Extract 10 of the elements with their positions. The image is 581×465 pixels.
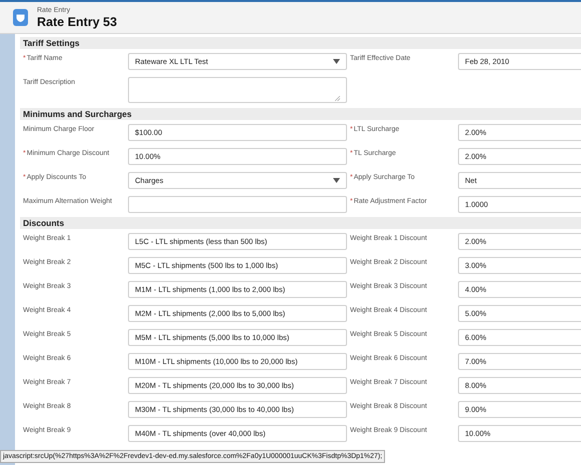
section-header: Tariff Settings [20,37,581,49]
section-header: Minimums and Surcharges [20,108,581,120]
resize-handle-icon [335,96,340,101]
textarea-field[interactable] [128,77,347,103]
section-header: Discounts [20,217,581,229]
record-title: Rate Entry 53 [37,15,117,29]
caret-icon [333,178,340,183]
shield-icon [13,9,28,26]
input-field[interactable] [128,196,347,213]
caret-icon [333,59,340,64]
